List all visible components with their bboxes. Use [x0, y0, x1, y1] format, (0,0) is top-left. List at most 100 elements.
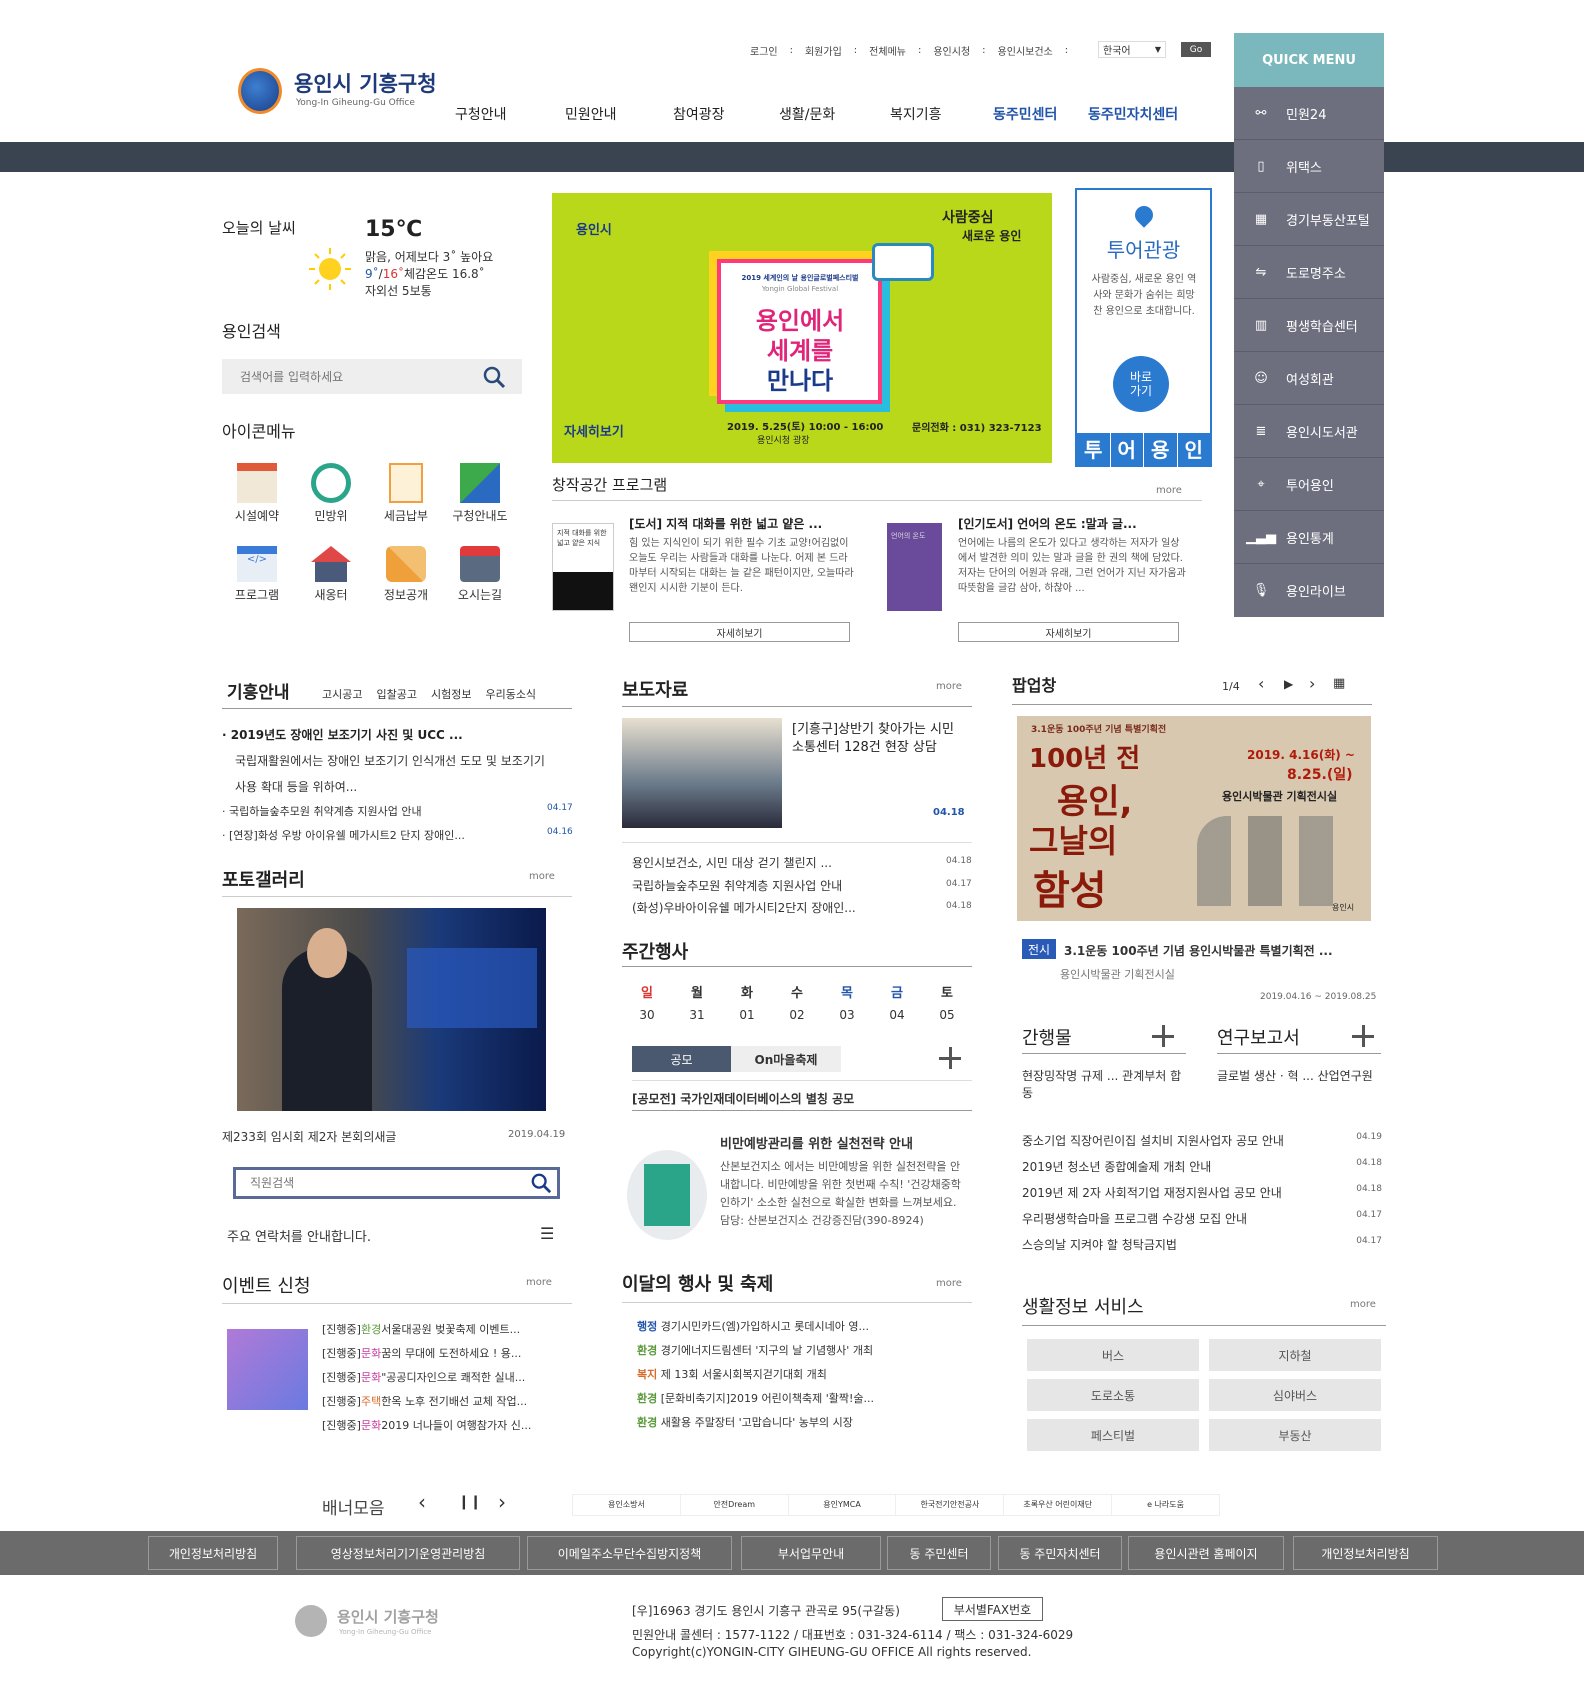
partner-banner[interactable]: 용인소방서: [573, 1495, 681, 1515]
util-join[interactable]: 회원가입: [805, 43, 842, 58]
tab-exam[interactable]: 시험정보: [431, 686, 471, 702]
footer-link[interactable]: 부서업무안내: [741, 1536, 881, 1570]
monthly-item[interactable]: 환경 [문화비축기지]2019 어린이책축제 '활짝!술...: [637, 1387, 972, 1411]
list-item[interactable]: 국립하늘숲추모원 취약계층 지원사업 안내: [632, 877, 872, 894]
partner-banner[interactable]: 용인YMCA: [789, 1495, 897, 1515]
tab-news[interactable]: 우리동소식: [485, 686, 536, 702]
quick-item-minwon24[interactable]: ⚯ 민원24: [1234, 87, 1384, 140]
health-image[interactable]: [627, 1150, 707, 1240]
book-cover[interactable]: 언어의 온도: [887, 523, 942, 611]
icon-menu-item[interactable]: 시설예약: [222, 463, 292, 524]
week-date[interactable]: 03: [822, 1008, 872, 1022]
event-item[interactable]: [진행중]문화"공공디자인으로 쾌적한 실내...: [322, 1366, 562, 1390]
tab-contest[interactable]: 공모: [632, 1046, 731, 1072]
search-icon[interactable]: [530, 1172, 552, 1197]
banner-detail[interactable]: 자세히보기: [564, 421, 624, 440]
event-item[interactable]: [진행중]문화꿈의 무대에 도전하세요 ! 용...: [322, 1342, 562, 1366]
footer-link[interactable]: 용인시관련 홈페이지: [1128, 1536, 1284, 1570]
plus-icon[interactable]: [939, 1047, 961, 1069]
week-date[interactable]: 05: [922, 1008, 972, 1022]
icon-menu-item[interactable]: 민방위: [296, 463, 366, 524]
photo-caption[interactable]: 제233회 임시회 제2자 본회의새글: [222, 1128, 396, 1145]
week-date[interactable]: 30: [622, 1008, 672, 1022]
week-date[interactable]: 04: [872, 1008, 922, 1022]
quick-item-wetax[interactable]: ▯ 위택스: [1234, 140, 1384, 193]
festival-banner[interactable]: 용인시 사람중심 새로운 용인 2019 세계인의 날 용인글로벌페스티벌 Yo…: [552, 193, 1052, 463]
partner-banner[interactable]: 초록우산 어린이재단: [1004, 1495, 1113, 1515]
event-item[interactable]: [진행중]환경서울대공원 벚꽃축제 이벤트...: [322, 1318, 562, 1342]
monthly-item[interactable]: 환경 새활용 주말장터 '고맙습니다' 농부의 시장: [637, 1411, 972, 1435]
week-date[interactable]: 31: [672, 1008, 722, 1022]
next-icon[interactable]: ›: [498, 1490, 506, 1514]
event-item[interactable]: [진행중]문화2019 너나들이 여행참가자 신...: [322, 1414, 562, 1438]
service-traffic[interactable]: 도로소통: [1027, 1379, 1199, 1411]
search-icon[interactable]: [482, 365, 506, 392]
next-icon[interactable]: ›: [1309, 674, 1315, 693]
notice-item[interactable]: 중소기업 직장어린이집 설치비 지원사업자 공모 안내 04.19: [1022, 1132, 1382, 1158]
life-more[interactable]: more: [1350, 1299, 1376, 1310]
partner-banner[interactable]: e 나라도움: [1112, 1495, 1219, 1515]
quick-item-tour[interactable]: ⌖ 투어용인: [1234, 458, 1384, 511]
monthly-item[interactable]: 복지 제 13회 서울시회복지걷기대회 개최: [637, 1363, 972, 1387]
book-title[interactable]: [도서] 지적 대화를 위한 넓고 얕은 ...: [629, 515, 854, 532]
icon-menu-item[interactable]: 세금납부: [371, 463, 441, 524]
service-festival[interactable]: 페스티벌: [1027, 1419, 1199, 1451]
tab-festival[interactable]: On마을축제: [731, 1046, 841, 1072]
tour-box[interactable]: 투어관광 사람중심, 새로운 용인 역사와 문화가 숨쉬는 희망찬 용인으로 초…: [1075, 188, 1212, 467]
footer-link[interactable]: 동 주민센터: [887, 1536, 991, 1570]
list-icon[interactable]: ☰: [540, 1224, 554, 1243]
week-date[interactable]: 01: [722, 1008, 772, 1022]
util-login[interactable]: 로그인: [750, 43, 778, 58]
icon-menu-item[interactable]: </> 프로그램: [222, 546, 292, 603]
service-subway[interactable]: 지하철: [1209, 1339, 1381, 1371]
go-button[interactable]: Go: [1181, 42, 1211, 57]
press-image[interactable]: [622, 718, 782, 828]
util-allmenu[interactable]: 전체메뉴: [869, 43, 906, 58]
quick-item-realestate[interactable]: ▦ 경기부동산포털: [1234, 193, 1384, 246]
popup-caption[interactable]: 3.1운동 100주년 기념 용인시박물관 특별기획전 ...: [1064, 942, 1369, 959]
pause-icon[interactable]: ❙❙: [458, 1494, 481, 1510]
footer-link[interactable]: 영상정보처리기기운영관리방침: [296, 1536, 520, 1570]
press-more[interactable]: more: [936, 681, 962, 692]
notice-item[interactable]: 스승의날 지켜야 할 청탁금지법 04.17: [1022, 1236, 1382, 1262]
book-detail-button[interactable]: 자세히보기: [958, 622, 1179, 642]
play-icon[interactable]: ▶: [1284, 677, 1293, 691]
monthly-item[interactable]: 행정 경기시민카드(엠)가입하시고 롯데시네아 영...: [637, 1315, 972, 1339]
quick-item-women[interactable]: ☺ 여성회관: [1234, 352, 1384, 405]
icon-menu-item[interactable]: 오시는길: [445, 546, 515, 603]
giheung-featured-title[interactable]: · 2019년도 장애인 보조기기 사진 및 UCC ...: [222, 726, 542, 743]
health-title[interactable]: 비만예방관리를 위한 실천전략 안내: [720, 1133, 970, 1152]
quick-item-live[interactable]: 🎙︎ 용인라이브: [1234, 564, 1384, 617]
prev-icon[interactable]: ‹: [1258, 674, 1264, 693]
nav-item[interactable]: 동주민자치센터: [1088, 104, 1178, 124]
event-item[interactable]: [진행중]주택한옥 노후 전기배선 교체 작업...: [322, 1390, 562, 1414]
plus-icon[interactable]: [1152, 1025, 1174, 1047]
service-bus[interactable]: 버스: [1027, 1339, 1199, 1371]
photo-image[interactable]: [237, 908, 546, 1111]
partner-banner[interactable]: 한국전기안전공사: [896, 1495, 1005, 1515]
fax-button[interactable]: 부서별FAX번호: [942, 1597, 1043, 1621]
weekly-notice[interactable]: [공모전] 국가인재데이터베이스의 별칭 공모: [632, 1090, 972, 1107]
list-item[interactable]: (화성)우바아이유쉘 메가시티2단지 장애인...: [632, 899, 872, 916]
nav-item[interactable]: 구청안내: [455, 104, 507, 124]
util-health[interactable]: 용인시보건소: [998, 43, 1053, 58]
monthly-more[interactable]: more: [936, 1278, 962, 1289]
util-cityhall[interactable]: 용인시청: [933, 43, 970, 58]
quick-item-learning[interactable]: ▥ 평생학습센터: [1234, 299, 1384, 352]
footer-link[interactable]: 동 주민자치센터: [998, 1536, 1122, 1570]
research-desc[interactable]: 글로벌 생산 · 혁 ... 산업연구원: [1217, 1068, 1382, 1085]
press-featured[interactable]: [기흥구]상반기 찾아가는 시민소통센터 128건 현장 상담: [792, 721, 962, 757]
book-detail-button[interactable]: 자세히보기: [629, 622, 850, 642]
service-realestate[interactable]: 부동산: [1209, 1419, 1381, 1451]
tab-notice[interactable]: 고시공고: [322, 686, 362, 702]
creative-more[interactable]: more: [1156, 485, 1182, 496]
language-select[interactable]: 한국어 ▼: [1098, 41, 1166, 58]
monthly-item[interactable]: 환경 경기에너지드림센터 '지구의 날 기념행사' 개최: [637, 1339, 972, 1363]
search-input[interactable]: [232, 365, 472, 388]
event-more[interactable]: more: [526, 1277, 552, 1288]
partner-banner[interactable]: 안전Dream: [681, 1495, 789, 1515]
footer-link[interactable]: 개인정보처리방침: [1293, 1536, 1438, 1570]
prev-icon[interactable]: ‹: [418, 1490, 426, 1514]
quick-item-library[interactable]: ≣ 용인시도서관: [1234, 405, 1384, 458]
tab-bid[interactable]: 입찰공고: [376, 686, 416, 702]
